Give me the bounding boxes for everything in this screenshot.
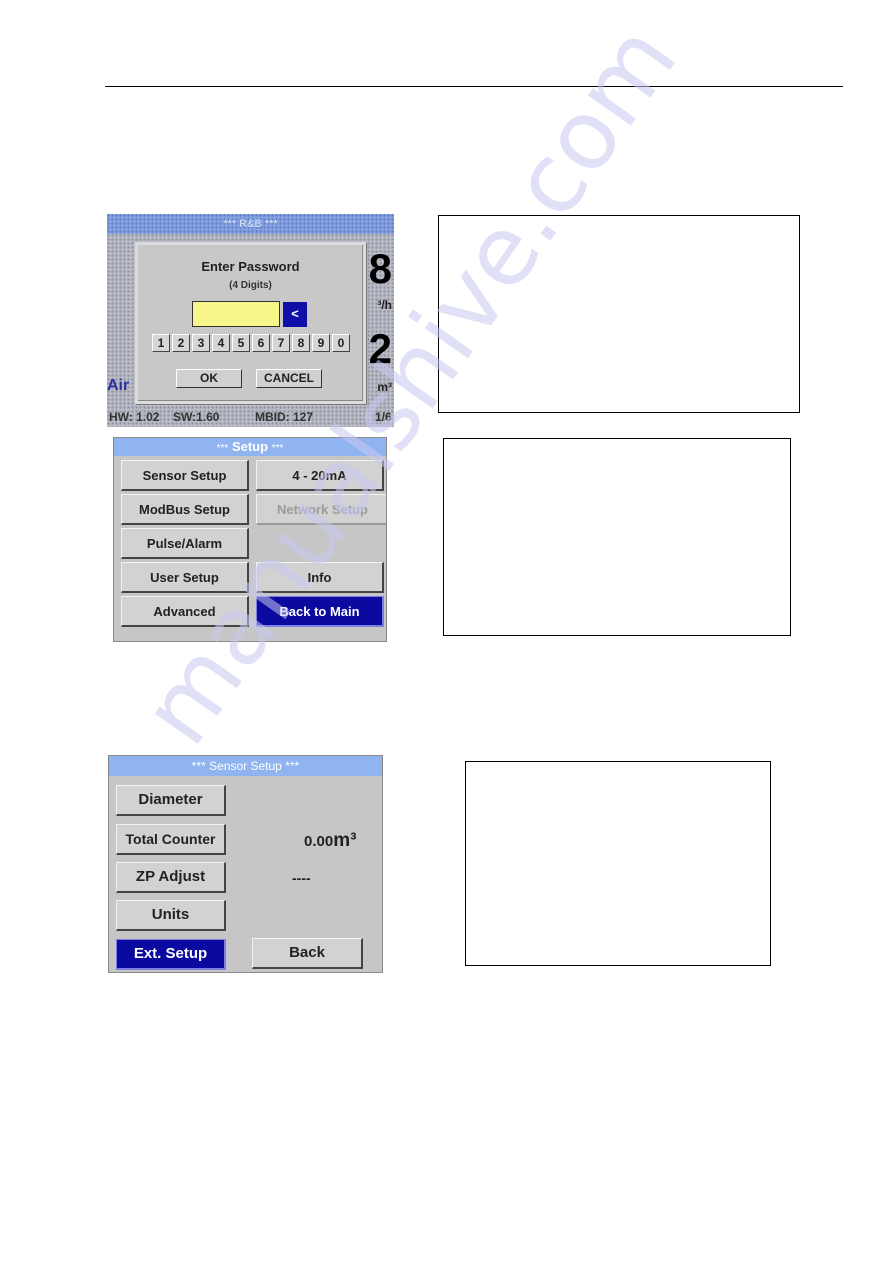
digit-button-9[interactable]: 9: [312, 334, 330, 352]
total-counter-unit: m³: [333, 830, 357, 851]
cancel-button[interactable]: CANCEL: [256, 369, 322, 388]
screen-title-bar: *** Setup ***: [114, 438, 386, 456]
callout-box-2: [443, 438, 791, 636]
ext-setup-button[interactable]: Ext. Setup: [116, 939, 226, 970]
password-dialog: Enter Password (4 Digits) < 1 2 3 4 5 6 …: [135, 242, 366, 404]
ok-button[interactable]: OK: [176, 369, 242, 388]
dialog-title: Enter Password: [201, 259, 300, 274]
modbus-id: MBID: 127: [255, 410, 314, 424]
reading-value-bottom: 2: [368, 325, 392, 372]
password-input[interactable]: [192, 301, 280, 327]
digit-keypad: 1 2 3 4 5 6 7 8 9 0: [152, 334, 350, 352]
callout-box-1: [438, 215, 800, 413]
digit-button-2[interactable]: 2: [172, 334, 190, 352]
setup-screen: *** Setup *** Sensor Setup 4 - 20mA ModB…: [113, 437, 387, 642]
screen-title: *** Sensor Setup ***: [109, 756, 382, 776]
sensor-setup-button[interactable]: Sensor Setup: [121, 460, 249, 491]
zp-adjust-button[interactable]: ZP Adjust: [116, 862, 226, 893]
sensor-setup-screen: *** Sensor Setup *** Diameter Total Coun…: [108, 755, 383, 973]
digit-button-0[interactable]: 0: [332, 334, 350, 352]
total-counter-number: 0.00: [304, 833, 334, 850]
backspace-button[interactable]: <: [283, 302, 307, 327]
page-indicator: 1/6: [375, 410, 392, 424]
digit-button-4[interactable]: 4: [212, 334, 230, 352]
back-button[interactable]: Back: [252, 938, 363, 969]
network-setup-button[interactable]: Network Setup: [256, 494, 386, 525]
medium-label: Air: [107, 377, 130, 394]
reading-unit-top: ³/h: [377, 298, 392, 312]
screen-title: *** R&B ***: [107, 214, 394, 234]
screen-title: Setup: [231, 439, 269, 454]
digit-button-1[interactable]: 1: [152, 334, 170, 352]
diameter-button[interactable]: Diameter: [116, 785, 226, 816]
zp-adjust-value: ----: [292, 870, 311, 886]
analog-output-button[interactable]: 4 - 20mA: [256, 460, 384, 491]
back-to-main-button[interactable]: Back to Main: [256, 596, 384, 627]
digit-button-3[interactable]: 3: [192, 334, 210, 352]
dialog-subtitle: (4 Digits): [229, 280, 272, 291]
pulse-alarm-button[interactable]: Pulse/Alarm: [121, 528, 249, 559]
status-bar: HW: 1.02 SW:1.60 MBID: 127 1/6: [107, 407, 394, 427]
modbus-setup-button[interactable]: ModBus Setup: [121, 494, 249, 525]
user-setup-button[interactable]: User Setup: [121, 562, 249, 593]
total-counter-button[interactable]: Total Counter: [116, 824, 226, 855]
title-stars-left: ***: [216, 443, 229, 454]
digit-button-7[interactable]: 7: [272, 334, 290, 352]
sw-version: SW:1.60: [173, 410, 220, 424]
info-button[interactable]: Info: [256, 562, 384, 593]
reading-unit-bottom: m³: [377, 380, 392, 394]
hw-version: HW: 1.02: [109, 410, 160, 424]
reading-value-top: 8: [368, 245, 392, 292]
callout-box-3: [465, 761, 771, 966]
units-button[interactable]: Units: [116, 900, 226, 931]
digit-button-8[interactable]: 8: [292, 334, 310, 352]
title-stars-right: ***: [271, 443, 284, 454]
header-rule: [105, 86, 843, 87]
digit-button-6[interactable]: 6: [252, 334, 270, 352]
total-counter-value: 0.00m³: [304, 830, 356, 852]
advanced-button[interactable]: Advanced: [121, 596, 249, 627]
password-screen: *** R&B *** 8 ³/h 2 m³ Air HW: 1.02 SW:1…: [107, 214, 394, 427]
digit-button-5[interactable]: 5: [232, 334, 250, 352]
